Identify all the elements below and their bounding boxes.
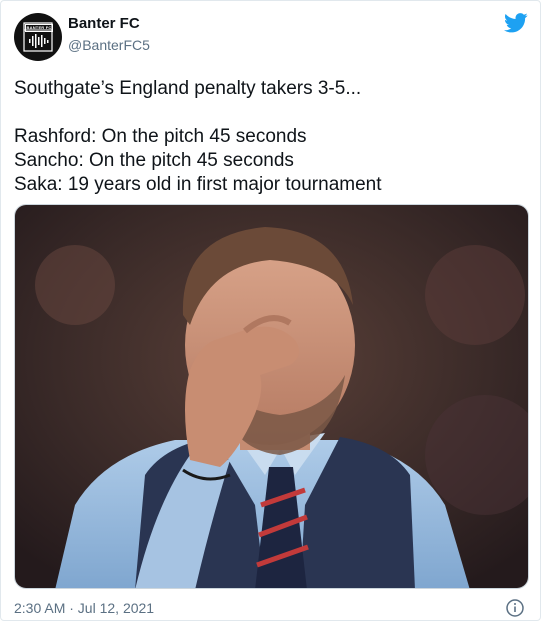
photo-man-hand-on-face [15,205,528,588]
tweet-text: Southgate’s England penalty takers 3-5..… [14,77,529,197]
avatar-text: BANTER FC [25,24,53,32]
tweet-photo[interactable] [14,204,529,589]
display-name[interactable]: Banter FC [68,15,140,32]
tweet-line: Southgate’s England penalty takers 3-5..… [14,78,362,99]
avatar[interactable]: BANTER FC [14,13,62,61]
tweet-line: Saka: 19 years old in first major tourna… [14,174,382,195]
user-handle[interactable]: @BanterFC5 [68,37,150,53]
tweet-line: Rashford: On the pitch 45 seconds [14,126,307,147]
info-icon[interactable] [505,598,525,618]
tweet-line: Sancho: On the pitch 45 seconds [14,150,294,171]
avatar-logo-icon [23,22,53,52]
twitter-bird-icon[interactable] [504,13,528,33]
tweet-card: BANTER FC Banter FC @BanterFC5 Southgate… [0,0,541,621]
tweet-timestamp[interactable]: 2:30 AM · Jul 12, 2021 [14,600,154,616]
